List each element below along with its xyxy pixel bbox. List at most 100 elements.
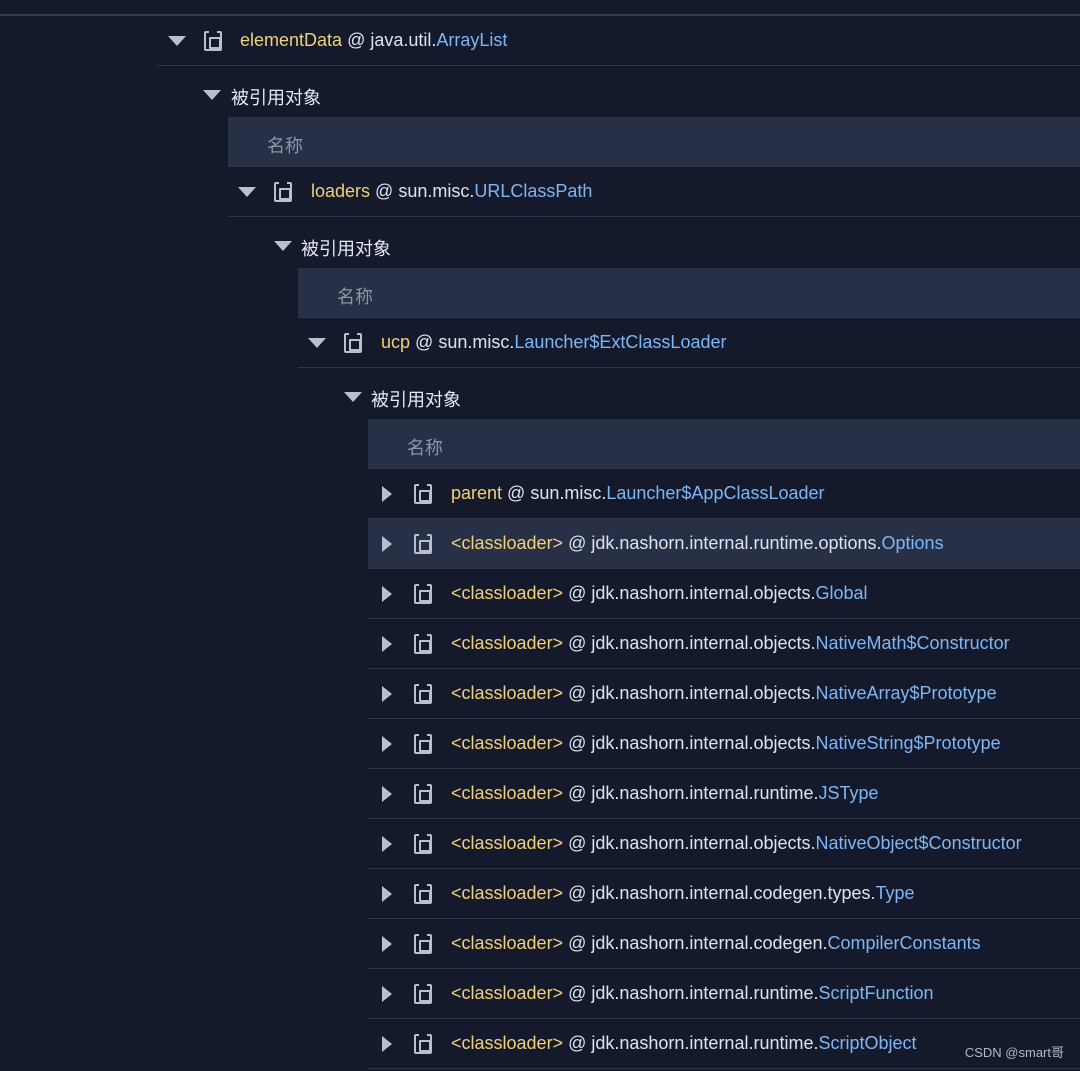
node-label: <classloader> @ jdk.nashorn.internal.run… [451,1033,917,1053]
object-icon [414,1031,432,1054]
package-name: java.util. [370,30,437,50]
class-name: ScriptFunction [818,983,934,1003]
list-item[interactable]: <classloader> @ jdk.nashorn.internal.run… [368,969,1080,1019]
node-label: <classloader> @ jdk.nashorn.internal.obj… [451,633,1010,653]
field-name: parent [451,483,503,503]
list-item[interactable]: <classloader> @ jdk.nashorn.internal.obj… [368,819,1080,869]
tree-node-ucp[interactable]: ucp @ sun.misc.Launcher$ExtClassLoader [298,318,1080,368]
list-item[interactable]: <classloader> @ jdk.nashorn.internal.cod… [368,919,1080,969]
node-label: <classloader> @ jdk.nashorn.internal.cod… [451,883,915,903]
expand-arrow-icon[interactable] [378,685,396,703]
object-icon [414,981,432,1004]
package-name: jdk.nashorn.internal.objects. [591,633,816,653]
expand-arrow-icon[interactable] [378,485,396,503]
field-name: <classloader> [451,683,564,703]
expand-arrow-icon[interactable] [378,985,396,1003]
field-name: loaders [311,181,371,201]
package-name: jdk.nashorn.internal.objects. [591,733,816,753]
class-name: ScriptObject [818,1033,917,1053]
expand-arrow-icon[interactable] [378,635,396,653]
tree-node-loaders[interactable]: loaders @ sun.misc.URLClassPath [228,167,1080,217]
node-label: <classloader> @ jdk.nashorn.internal.obj… [451,583,868,603]
list-item[interactable]: <classloader> @ jdk.nashorn.internal.run… [368,769,1080,819]
expand-arrow-icon[interactable] [378,835,396,853]
section-title: 被引用对象 [231,88,321,108]
class-name: Launcher$ExtClassLoader [514,332,727,352]
section-title: 被引用对象 [371,390,461,410]
expand-arrow-icon[interactable] [378,1035,396,1053]
object-icon [414,931,432,954]
expand-arrow-icon[interactable] [378,585,396,603]
node-label: loaders @ sun.misc.URLClassPath [311,181,593,201]
package-name: sun.misc. [530,483,607,503]
package-name: jdk.nashorn.internal.runtime. [591,1033,819,1053]
object-icon [414,531,432,554]
expand-arrow-icon[interactable] [378,735,396,753]
collapse-arrow-icon[interactable] [344,388,362,406]
column-header-name[interactable]: 名称 [368,419,1080,469]
class-name: Options [881,533,944,553]
list-item[interactable]: <classloader> @ jdk.nashorn.internal.obj… [368,619,1080,669]
list-item[interactable]: <classloader> @ jdk.nashorn.internal.obj… [368,569,1080,619]
list-item[interactable]: <classloader> @ jdk.nashorn.internal.obj… [368,669,1080,719]
field-name: <classloader> [451,533,564,553]
field-name: <classloader> [451,783,564,803]
package-name: sun.misc. [398,181,475,201]
field-name: <classloader> [451,933,564,953]
field-name: <classloader> [451,1033,564,1053]
object-icon [414,781,432,804]
class-name: URLClassPath [474,181,593,201]
collapse-arrow-icon[interactable] [203,86,221,104]
collapse-arrow-icon[interactable] [238,183,256,201]
column-header-name[interactable]: 名称 [228,117,1080,167]
list-item[interactable]: <classloader> @ jdk.nashorn.internal.run… [368,519,1080,569]
list-item[interactable]: <classloader> @ jdk.nashorn.internal.cod… [368,869,1080,919]
column-header-label: 名称 [337,287,373,307]
list-item[interactable]: parent @ sun.misc.Launcher$AppClassLoade… [368,469,1080,519]
column-header-name[interactable]: 名称 [298,268,1080,318]
package-name: jdk.nashorn.internal.runtime.options. [591,533,882,553]
object-icon [414,681,432,704]
collapse-arrow-icon[interactable] [168,32,186,50]
expand-arrow-icon[interactable] [378,785,396,803]
expand-arrow-icon[interactable] [378,935,396,953]
object-icon [204,28,222,51]
field-name: <classloader> [451,583,564,603]
object-icon [414,631,432,654]
tree-node-elementdata[interactable]: elementData @ java.util.ArrayList [157,16,1080,66]
node-label: <classloader> @ jdk.nashorn.internal.obj… [451,683,997,703]
column-header-label: 名称 [267,136,303,156]
field-name: <classloader> [451,983,564,1003]
node-label: <classloader> @ jdk.nashorn.internal.run… [451,983,934,1003]
field-name: <classloader> [451,733,564,753]
expand-arrow-icon[interactable] [378,885,396,903]
list-item[interactable]: <classloader> @ jdk.nashorn.internal.obj… [368,719,1080,769]
package-name: sun.misc. [438,332,515,352]
object-icon [414,581,432,604]
field-name: ucp [381,332,411,352]
class-name: JSType [818,783,879,803]
field-name: <classloader> [451,633,564,653]
class-name: Launcher$AppClassLoader [606,483,825,503]
referenced-objects-section[interactable]: 被引用对象 [157,70,1080,120]
referenced-objects-section[interactable]: 被引用对象 [298,372,1080,422]
reference-tree-panel: elementData @ java.util.ArrayList 被引用对象 … [0,0,1080,1071]
expand-arrow-icon[interactable] [378,535,396,553]
object-icon [414,881,432,904]
node-label: <classloader> @ jdk.nashorn.internal.run… [451,783,879,803]
watermark: CSDN @smart哥 [964,1045,1064,1060]
class-name: ArrayList [436,30,508,50]
package-name: jdk.nashorn.internal.codegen. [591,933,828,953]
collapse-arrow-icon[interactable] [274,237,292,255]
referenced-objects-section[interactable]: 被引用对象 [228,221,1080,271]
node-label: <classloader> @ jdk.nashorn.internal.obj… [451,833,1022,853]
object-icon [274,179,292,202]
package-name: jdk.nashorn.internal.runtime. [591,783,819,803]
node-label: <classloader> @ jdk.nashorn.internal.obj… [451,733,1001,753]
package-name: jdk.nashorn.internal.objects. [591,833,816,853]
collapse-arrow-icon[interactable] [308,334,326,352]
class-name: Type [875,883,915,903]
package-name: jdk.nashorn.internal.objects. [591,683,816,703]
class-name: NativeMath$Constructor [815,633,1010,653]
field-name: <classloader> [451,883,564,903]
